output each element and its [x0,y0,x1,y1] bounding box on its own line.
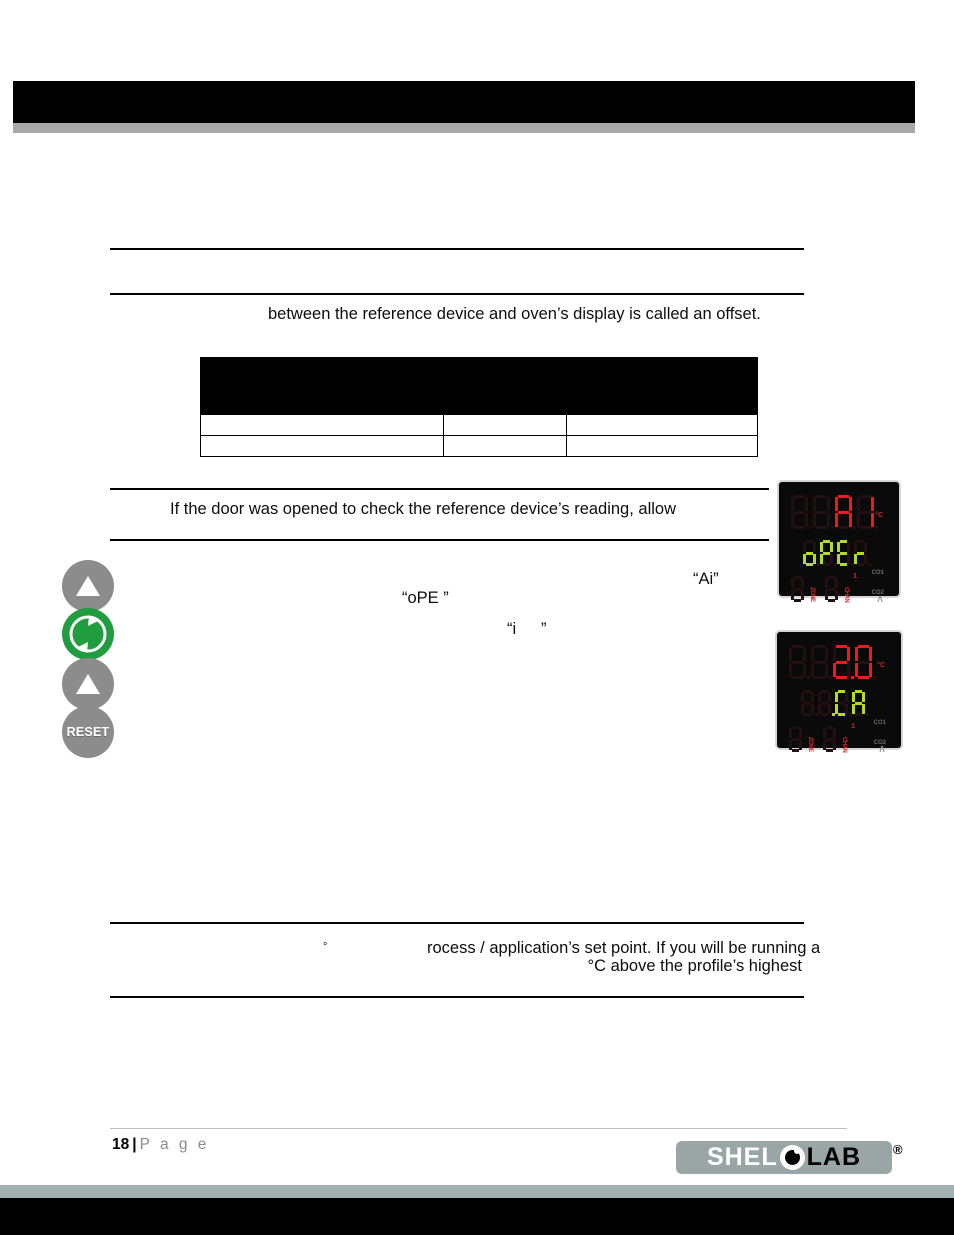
seg-digit [823,726,836,752]
footer-divider [110,1128,847,1129]
co1-label: CO1 [871,570,884,576]
table-cell [566,414,758,436]
shellab-logo: SHEL LAB [676,1141,892,1174]
quote-ai: “Ai” [693,570,719,588]
offset-table [200,357,758,457]
seg-digit-A [835,495,856,529]
led-display-offset-value: °C ∧ ZONE CHAN 1 CO1 CO2 [775,630,903,755]
led-bottom-row-2: ZONE CHAN 1 CO1 CO2 [789,720,891,752]
seg-digit [818,690,835,716]
footer-accent-bar [0,1185,954,1198]
co1-label: CO1 [873,720,886,726]
page-number-separator: | [132,1136,137,1153]
seg-digit-E [837,540,854,566]
logo-orb-icon [779,1145,805,1170]
zone-label: ZONE [807,737,813,752]
co2-label: CO2 [871,590,884,596]
page-word-label: P a g e [139,1136,210,1153]
seg-digit-0 [855,645,876,679]
chan-indicator: CHAN 1 [823,723,855,752]
seg-digit [813,495,834,529]
zone-label: ZONE [809,587,815,602]
seg-digit-A [852,690,869,716]
up-arrow-button-bottom[interactable] [62,658,114,710]
led-bottom-row-1: ZONE CHAN 1 CO1 CO2 [791,570,889,602]
table-header-cell-1 [200,357,444,415]
quote-i-close: ” [541,620,547,638]
rule-top-2 [110,293,804,295]
seg-digit-i [857,495,878,529]
table-cell [200,414,444,436]
table-header-cell-3 [566,357,758,415]
seg-digit [791,495,812,529]
table-row [200,435,758,457]
rule-lower-2 [110,996,804,998]
logo-shel-text: SHEL [706,1143,778,1171]
quote-i-open: “i [507,620,517,638]
table-header-row [200,357,758,415]
unit-celsius-label: °C [875,512,883,519]
chan-label: CHAN [843,586,849,602]
paragraph-offset: between the reference device and oven’s … [268,305,761,323]
circular-arrows-icon [67,613,109,655]
led-display-operating-mode: °C ∧ ZONE CHAN 1 CO1 CO2 [777,480,901,605]
table-cell [566,435,758,457]
led-main-row-2: °C [789,640,891,684]
led-sub-row-1: ∧ [803,534,889,605]
zone-indicator: ZONE [789,726,813,752]
seg-digit [825,576,838,602]
quote-ope: “oPE ” [402,589,449,607]
chan-label: CHAN [841,736,847,752]
page-number-value: 18 [112,1136,130,1153]
header-accent-bar [13,123,915,133]
chan-index-label: 1 [853,573,857,580]
rule-top-1 [110,248,804,250]
table-cell [443,435,567,457]
led-sub-row-2: ∧ [801,684,891,755]
table-row [200,414,758,436]
seg-digit [789,645,810,679]
chan-indicator: CHAN 1 [825,573,857,602]
co-markers: CO1 CO2 [872,570,884,596]
table-cell [200,435,444,457]
led-main-row-1: °C [791,490,889,534]
paragraph-setpoint-line2: °C above the profile’s highest [587,957,802,975]
chan-index-label: 1 [851,723,855,730]
up-arrow-button-top[interactable] [62,560,114,612]
reset-button[interactable]: RESET [62,706,114,758]
seg-digit-P [820,540,837,566]
header-banner [13,81,915,123]
seg-digit-C [835,690,852,716]
seg-digit [811,645,832,679]
page-number-footer: 18 | P a g e [112,1136,209,1154]
co2-label: CO2 [873,740,886,746]
manual-page: between the reference device and oven’s … [0,0,954,1235]
triangle-up-icon [74,671,102,697]
table-cell [443,414,567,436]
co-markers: CO1 CO2 [874,720,886,746]
rule-mid-1 [110,488,769,490]
paragraph-door: If the door was opened to check the refe… [170,500,677,518]
seg-digit [791,576,804,602]
rule-lower-1 [110,922,804,924]
seg-digit-r [854,540,871,566]
zone-indicator: ZONE [791,576,815,602]
footer-banner [0,1198,954,1235]
registered-trademark-symbol: ® [893,1142,903,1157]
cycle-button[interactable] [62,608,114,660]
degree-symbol-stray: ° [323,941,328,953]
control-panel-buttons: RESET [62,560,118,758]
seg-digit [789,726,802,752]
seg-digit-2 [833,645,854,679]
paragraph-setpoint-line1: rocess / application’s set point. If you… [427,939,821,957]
unit-celsius-label: °C [877,662,885,669]
reset-button-label: RESET [66,725,110,739]
rule-mid-2 [110,539,769,541]
logo-lab-text: LAB [806,1143,862,1171]
table-header-cell-2 [443,357,567,415]
seg-digit-o [803,540,820,566]
seg-digit [801,690,818,716]
triangle-up-icon [74,573,102,599]
